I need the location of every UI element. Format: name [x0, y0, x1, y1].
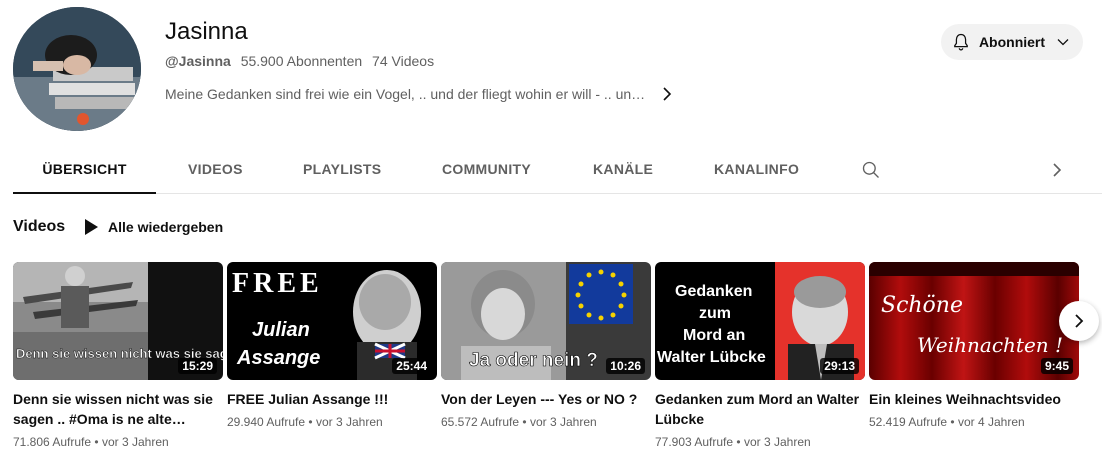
- channel-meta: @Jasinna 55.900 Abonnenten 74 Videos: [165, 53, 440, 69]
- video-views: 29.940 Aufrufe: [227, 415, 306, 429]
- video-views: 71.806 Aufrufe: [13, 435, 92, 449]
- video-title[interactable]: Ein kleines Weihnachtsvideo: [869, 389, 1079, 409]
- play-all-label: Alle wiedergeben: [108, 219, 224, 235]
- video-card[interactable]: Denn sie wissen nicht was sie sagen 15:2…: [13, 262, 223, 449]
- video-thumbnail[interactable]: Ja oder nein ? 10:26: [441, 262, 651, 380]
- channel-avatar[interactable]: [13, 7, 141, 131]
- carousel-next-button[interactable]: [1059, 301, 1099, 341]
- subscribed-label: Abonniert: [978, 34, 1046, 50]
- play-all-button[interactable]: Alle wiedergeben: [84, 219, 223, 235]
- video-duration: 10:26: [606, 358, 645, 374]
- video-thumbnail[interactable]: FREE Julian Assange 25:44: [227, 262, 437, 380]
- video-card[interactable]: Gedanken zum Mord an Walter Lübcke 29:13…: [655, 262, 865, 449]
- video-card[interactable]: FREE Julian Assange 25:44 FREE Julian As…: [227, 262, 437, 429]
- video-duration: 15:29: [178, 358, 217, 374]
- video-meta: 71.806 Aufrufe • vor 3 Jahren: [13, 435, 223, 449]
- video-age: vor 3 Jahren: [529, 415, 597, 429]
- thumbnail-text: Ja oder nein ?: [469, 350, 598, 371]
- tab-overview[interactable]: ÜBERSICHT: [13, 148, 156, 194]
- channel-name: Jasinna: [165, 18, 248, 45]
- video-meta: 52.419 Aufrufe • vor 4 Jahren: [869, 415, 1079, 429]
- subscribed-button[interactable]: Abonniert: [941, 24, 1083, 60]
- tab-playlists[interactable]: PLAYLISTS: [303, 148, 381, 193]
- meta-separator: •: [308, 415, 313, 429]
- thumbnail-text: FREE: [232, 268, 323, 299]
- thumbnail-text: Gedanken: [675, 283, 752, 300]
- video-age: vor 4 Jahren: [957, 415, 1025, 429]
- video-views: 65.572 Aufrufe: [441, 415, 520, 429]
- chevron-right-icon: [1075, 314, 1084, 328]
- thumbnail-text: Weihnachten !: [917, 333, 1063, 357]
- video-meta: 65.572 Aufrufe • vor 3 Jahren: [441, 415, 651, 429]
- video-meta: 77.903 Aufrufe • vor 3 Jahren: [655, 435, 865, 449]
- video-card[interactable]: Ja oder nein ? 10:26 Von der Leyen --- Y…: [441, 262, 651, 429]
- thumbnail-text: Schöne: [881, 293, 963, 318]
- meta-separator: •: [94, 435, 99, 449]
- video-duration: 25:44: [392, 358, 431, 374]
- video-age: vor 3 Jahren: [743, 435, 811, 449]
- thumbnail-text: zum: [699, 305, 731, 322]
- video-thumbnail[interactable]: Schöne Weihnachten ! 9:45: [869, 262, 1079, 380]
- video-meta: 29.940 Aufrufe • vor 3 Jahren: [227, 415, 437, 429]
- chevron-down-icon: [1057, 39, 1069, 46]
- video-count: 74 Videos: [372, 53, 435, 69]
- channel-tabs: ÜBERSICHT VIDEOS PLAYLISTS COMMUNITY KAN…: [13, 148, 1102, 194]
- tab-community[interactable]: COMMUNITY: [442, 148, 531, 193]
- thumbnail-text: Assange: [236, 347, 320, 369]
- channel-handle: @Jasinna: [165, 53, 231, 69]
- thumbnail-text: Walter Lübcke: [657, 349, 766, 366]
- video-views: 77.903 Aufrufe: [655, 435, 734, 449]
- meta-separator: •: [736, 435, 741, 449]
- tab-about[interactable]: KANALINFO: [714, 148, 799, 193]
- video-views: 52.419 Aufrufe: [869, 415, 948, 429]
- video-card[interactable]: Schöne Weihnachten ! 9:45 Ein kleines We…: [869, 262, 1079, 429]
- channel-description-text: Meine Gedanken sind frei wie ein Vogel, …: [165, 86, 646, 102]
- video-title[interactable]: Denn sie wissen nicht was sie sagen .. #…: [13, 389, 223, 429]
- search-icon[interactable]: [861, 160, 881, 180]
- video-thumbnail[interactable]: Gedanken zum Mord an Walter Lübcke 29:13: [655, 262, 865, 380]
- channel-description[interactable]: Meine Gedanken sind frei wie ein Vogel, …: [165, 86, 675, 102]
- video-title[interactable]: FREE Julian Assange !!!: [227, 389, 437, 409]
- subscriber-count: 55.900 Abonnenten: [240, 53, 363, 69]
- meta-separator: •: [522, 415, 527, 429]
- video-title[interactable]: Gedanken zum Mord an Walter Lübcke: [655, 389, 865, 429]
- video-duration: 9:45: [1040, 358, 1073, 374]
- play-icon: [85, 219, 98, 235]
- thumbnail-text: Mord an: [683, 327, 745, 344]
- video-age: vor 3 Jahren: [315, 415, 383, 429]
- video-title[interactable]: Von der Leyen --- Yes or NO ?: [441, 389, 651, 409]
- meta-separator: •: [950, 415, 955, 429]
- tab-videos[interactable]: VIDEOS: [188, 148, 243, 193]
- video-age: vor 3 Jahren: [101, 435, 169, 449]
- thumbnail-text: Julian: [252, 319, 310, 341]
- tab-channels[interactable]: KANÄLE: [593, 148, 653, 193]
- chevron-right-icon[interactable]: [1049, 162, 1065, 178]
- bell-icon: [954, 33, 968, 51]
- section-title: Videos: [13, 218, 66, 235]
- video-thumbnail[interactable]: Denn sie wissen nicht was sie sagen 15:2…: [13, 262, 223, 380]
- chevron-right-icon: [663, 87, 672, 101]
- video-duration: 29:13: [820, 358, 859, 374]
